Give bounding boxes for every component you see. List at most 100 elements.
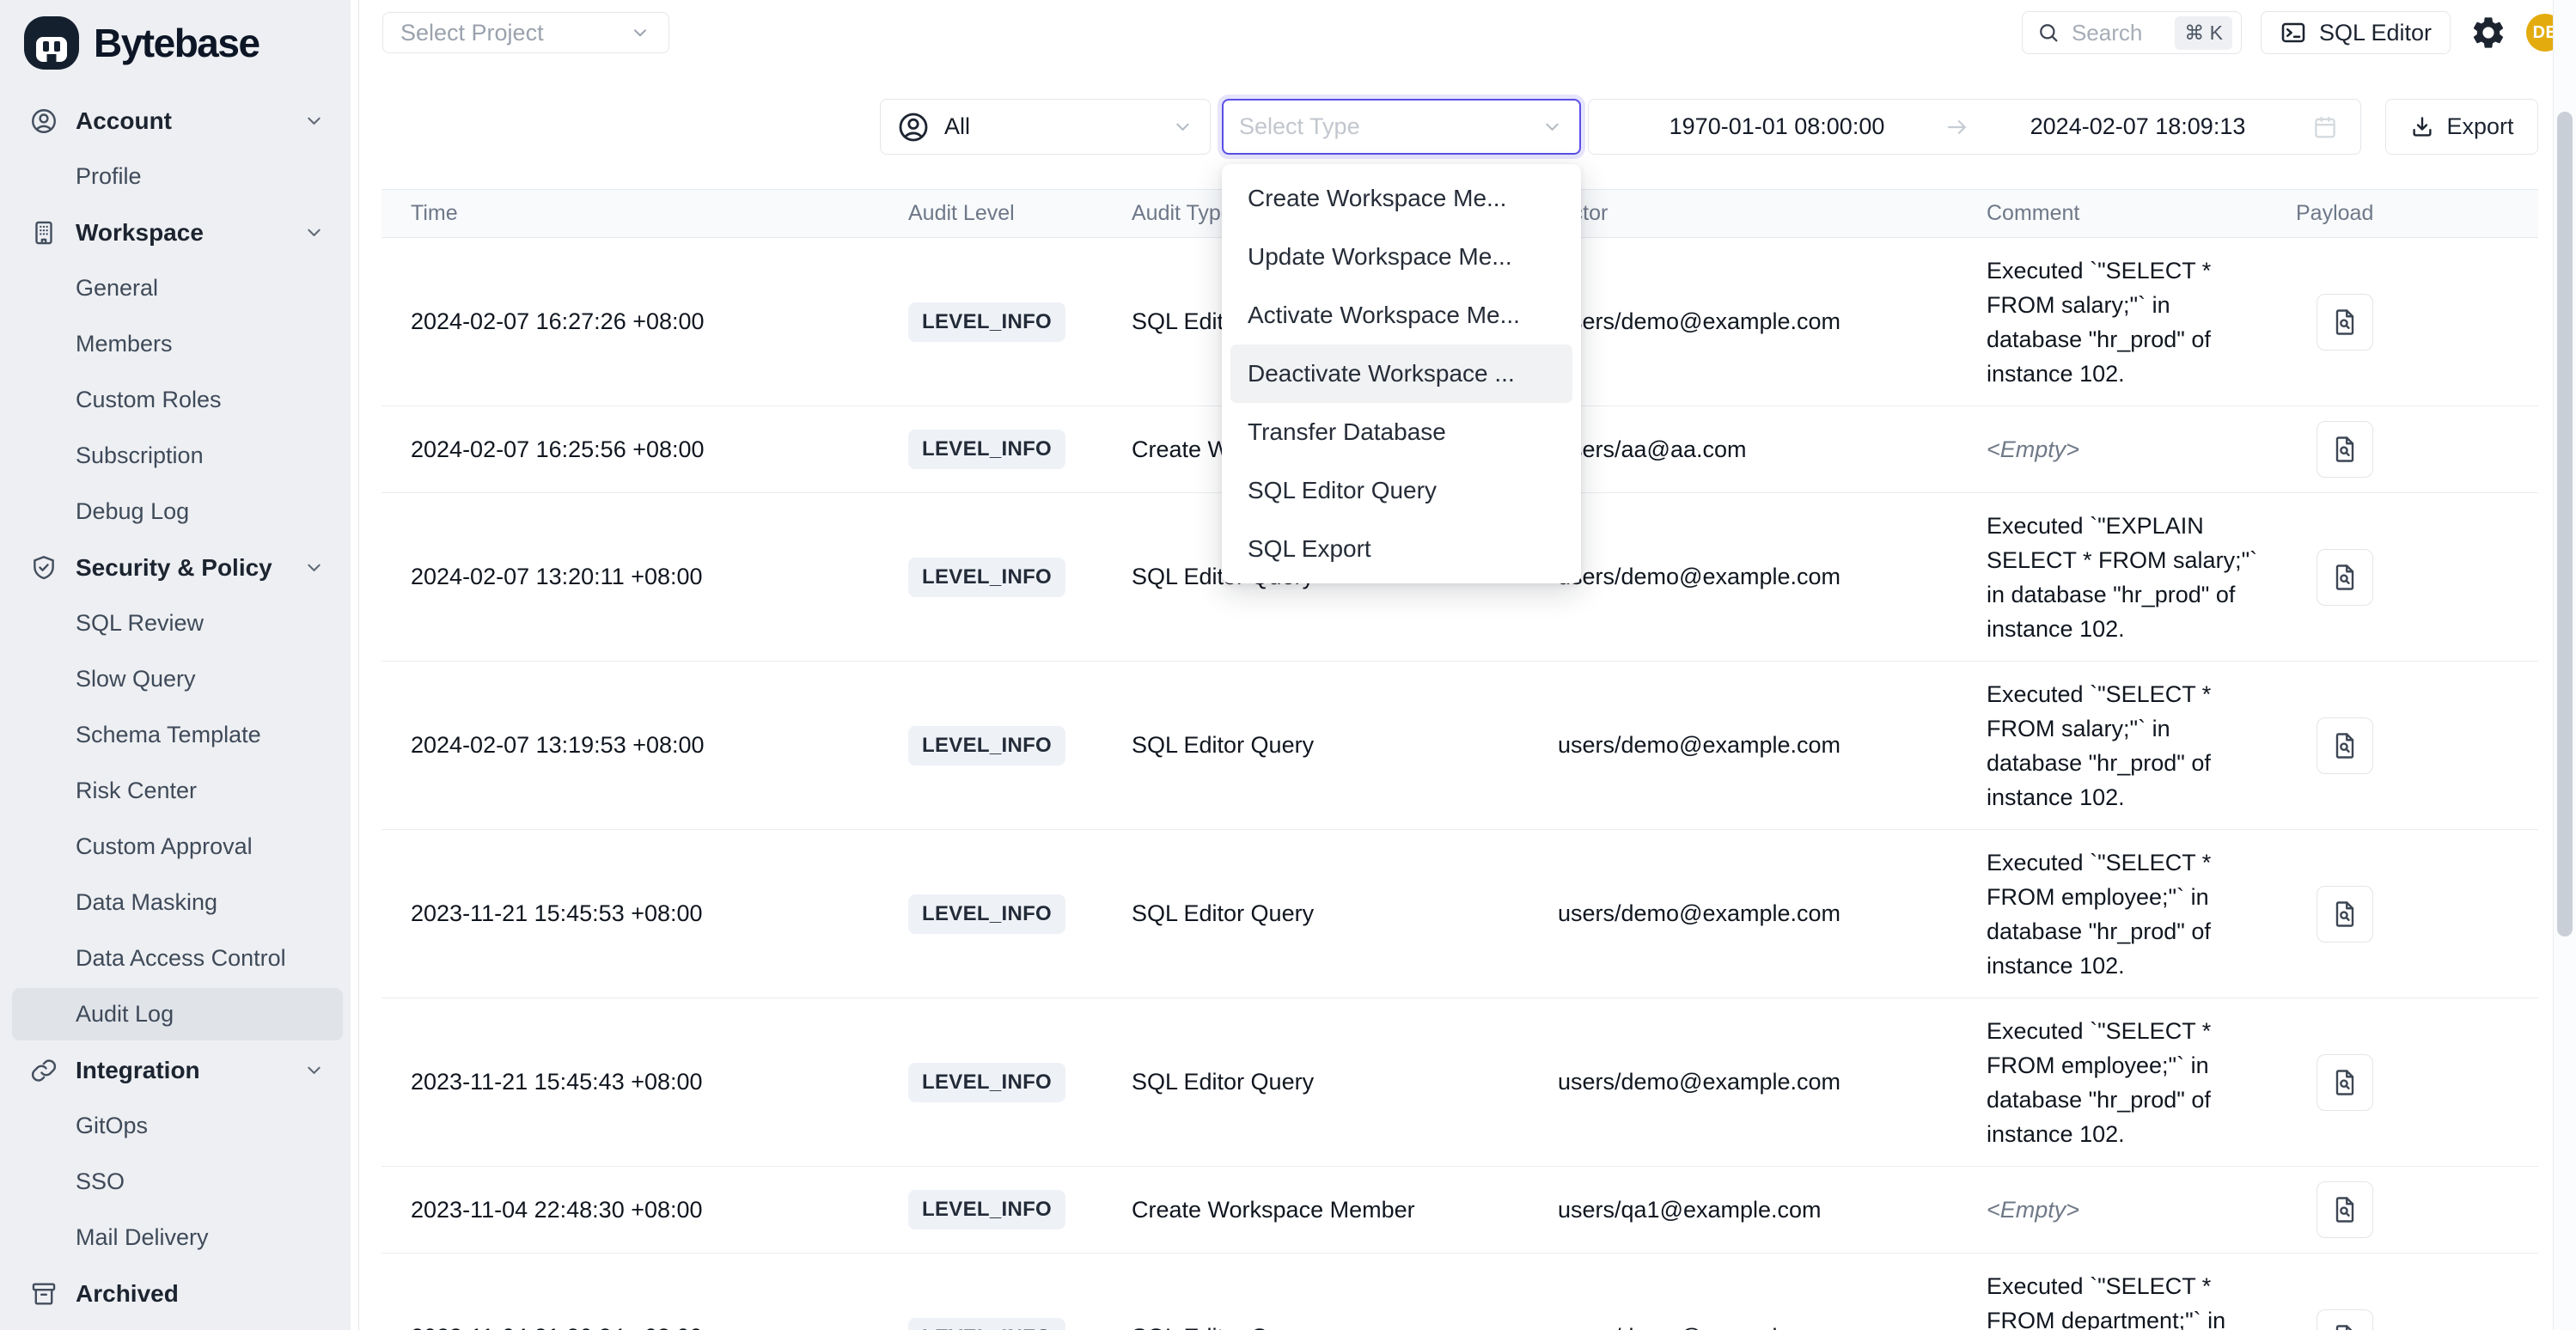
date-start-value[interactable]: 1970-01-01 08:00:00: [1609, 113, 1944, 140]
sidebar-item-general[interactable]: General: [0, 260, 358, 316]
payload-view-button[interactable]: [2317, 1054, 2373, 1111]
sidebar-item-custom-approval[interactable]: Custom Approval: [0, 819, 358, 875]
payload-view-button[interactable]: [2317, 549, 2373, 606]
audit-type-cell: Create Workspace Member: [1132, 1197, 1558, 1223]
time-cell: 2023-11-04 21:26:24 +08:00: [382, 1324, 908, 1330]
audit-level-cell: LEVEL_INFO: [908, 894, 1132, 934]
project-select-placeholder: Select Project: [400, 20, 544, 46]
sidebar-item-audit-log[interactable]: Audit Log: [0, 986, 358, 1042]
comment-cell: Executed `"SELECT * FROM employee;"` in …: [1987, 1014, 2296, 1151]
file-search-icon: [2329, 899, 2360, 930]
chevron-down-icon: [302, 1059, 326, 1082]
sidebar-item-members[interactable]: Members: [0, 316, 358, 372]
date-end-value[interactable]: 2024-02-07 18:09:13: [1970, 113, 2305, 140]
comment-text: Executed `"SELECT * FROM salary;"` in da…: [1987, 253, 2272, 391]
sidebar-item-label: GitOps: [76, 1113, 148, 1139]
file-search-icon: [2329, 307, 2360, 338]
comment-empty-value: <Empty>: [1987, 1193, 2272, 1227]
type-option-create-workspace-me[interactable]: Create Workspace Me...: [1230, 169, 1572, 228]
comment-cell: <Empty>: [1987, 432, 2296, 467]
audit-type-cell: SQL Editor Query: [1132, 1324, 1558, 1330]
sidebar-item-mail-delivery[interactable]: Mail Delivery: [0, 1210, 358, 1266]
scrollbar-track[interactable]: [2553, 0, 2576, 1330]
audit-level-cell: LEVEL_INFO: [908, 1318, 1132, 1330]
time-cell: 2024-02-07 16:27:26 +08:00: [382, 308, 908, 335]
file-search-icon: [2329, 730, 2360, 761]
file-search-icon: [2329, 1194, 2360, 1225]
sidebar-item-label: SQL Review: [76, 610, 204, 637]
sql-editor-button[interactable]: SQL Editor: [2261, 11, 2451, 54]
type-option-update-workspace-me[interactable]: Update Workspace Me...: [1230, 228, 1572, 286]
type-option-sql-export[interactable]: SQL Export: [1230, 520, 1572, 578]
sidebar-item-sql-review[interactable]: SQL Review: [0, 595, 358, 651]
payload-cell: [2296, 717, 2538, 774]
sidebar-item-workspace[interactable]: Workspace: [0, 204, 358, 260]
audit-level-cell: LEVEL_INFO: [908, 302, 1132, 342]
time-cell: 2024-02-07 13:20:11 +08:00: [382, 564, 908, 590]
level-badge: LEVEL_INFO: [908, 1318, 1065, 1330]
sidebar-item-account[interactable]: Account: [0, 93, 358, 149]
actor-filter-select[interactable]: All: [880, 99, 1211, 155]
actor-cell: users/qa1@example.com: [1558, 1197, 1987, 1223]
sidebar-item-archived[interactable]: Archived: [0, 1266, 358, 1321]
table-row: 2023-11-21 15:45:43 +08:00LEVEL_INFOSQL …: [382, 998, 2538, 1167]
sidebar-item-risk-center[interactable]: Risk Center: [0, 763, 358, 819]
payload-view-button[interactable]: [2317, 717, 2373, 774]
type-option-transfer-database[interactable]: Transfer Database: [1230, 403, 1572, 461]
project-select[interactable]: Select Project: [382, 12, 669, 53]
date-range-picker[interactable]: 1970-01-01 08:00:00 2024-02-07 18:09:13: [1588, 99, 2361, 155]
table-row: 2023-11-21 15:45:53 +08:00LEVEL_INFOSQL …: [382, 830, 2538, 998]
sidebar-item-label: Risk Center: [76, 778, 197, 804]
payload-view-button[interactable]: [2317, 886, 2373, 943]
sidebar-item-custom-roles[interactable]: Custom Roles: [0, 372, 358, 428]
chevron-down-icon: [302, 221, 326, 244]
time-cell: 2023-11-04 22:48:30 +08:00: [382, 1197, 908, 1223]
download-icon: [2409, 114, 2435, 140]
sidebar-item-label: Integration: [76, 1057, 200, 1084]
sidebar-item-data-masking[interactable]: Data Masking: [0, 875, 358, 930]
payload-view-button[interactable]: [2317, 421, 2373, 478]
sidebar-item-schema-template[interactable]: Schema Template: [0, 707, 358, 763]
payload-view-button[interactable]: [2317, 1181, 2373, 1238]
sidebar-item-label: Workspace: [76, 219, 204, 247]
file-search-icon: [2329, 1322, 2360, 1330]
payload-view-button[interactable]: [2317, 294, 2373, 351]
audit-type-cell: SQL Editor Query: [1132, 1069, 1558, 1095]
type-option-deactivate-workspace[interactable]: Deactivate Workspace ...: [1230, 345, 1572, 403]
audit-type-cell: SQL Editor Query: [1132, 732, 1558, 759]
type-option-activate-workspace-me[interactable]: Activate Workspace Me...: [1230, 286, 1572, 345]
payload-view-button[interactable]: [2317, 1309, 2373, 1330]
sidebar-item-label: Debug Log: [76, 498, 189, 525]
sidebar-item-security-policy[interactable]: Security & Policy: [0, 540, 358, 595]
sidebar-item-data-access-control[interactable]: Data Access Control: [0, 930, 358, 986]
payload-cell: [2296, 421, 2538, 478]
comment-cell: Executed `"SELECT * FROM salary;"` in da…: [1987, 253, 2296, 391]
sidebar-scrollbar[interactable]: [351, 0, 358, 1330]
search-input[interactable]: Search ⌘ K: [2022, 11, 2242, 54]
sidebar-item-label: Slow Query: [76, 666, 196, 692]
comment-text: Executed `"SELECT * FROM department;"` i…: [1987, 1269, 2272, 1330]
sidebar-item-label: Subscription: [76, 442, 204, 469]
sidebar-item-integration[interactable]: Integration: [0, 1042, 358, 1098]
file-search-icon: [2329, 434, 2360, 465]
actor-cell: users/demo@example.com: [1558, 900, 1987, 927]
export-button[interactable]: Export: [2385, 99, 2538, 155]
type-filter-select[interactable]: Select Type: [1222, 99, 1581, 155]
sidebar-item-subscription[interactable]: Subscription: [0, 428, 358, 484]
sidebar-item-debug-log[interactable]: Debug Log: [0, 484, 358, 540]
gear-icon[interactable]: [2469, 14, 2507, 52]
sidebar-item-profile[interactable]: Profile: [0, 149, 358, 204]
column-header-audit-level: Audit Level: [908, 201, 1132, 226]
sidebar-item-gitops[interactable]: GitOps: [0, 1098, 358, 1154]
sidebar-nav: AccountProfileWorkspaceGeneralMembersCus…: [0, 93, 358, 1321]
comment-cell: <Empty>: [1987, 1193, 2296, 1227]
time-cell: 2024-02-07 16:25:56 +08:00: [382, 436, 908, 463]
sidebar-item-sso[interactable]: SSO: [0, 1154, 358, 1210]
logo[interactable]: Bytebase: [0, 0, 358, 86]
sidebar-item-slow-query[interactable]: Slow Query: [0, 651, 358, 707]
topbar: Select Project Search ⌘ K SQL Editor DE: [359, 0, 2576, 62]
comment-text: Executed `"EXPLAIN SELECT * FROM salary;…: [1987, 509, 2272, 646]
type-option-sql-editor-query[interactable]: SQL Editor Query: [1230, 461, 1572, 520]
table-row: 2023-11-04 22:48:30 +08:00LEVEL_INFOCrea…: [382, 1167, 2538, 1254]
scrollbar-thumb[interactable]: [2557, 112, 2573, 936]
